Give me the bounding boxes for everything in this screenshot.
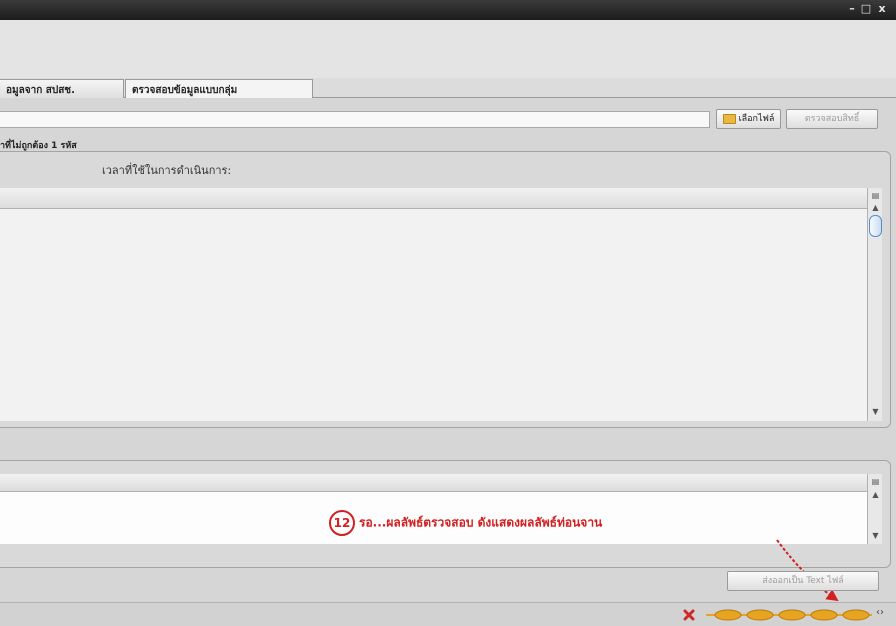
file-path-input[interactable]: [0, 111, 710, 128]
results-table-body: [0, 209, 867, 421]
column-menu-icon[interactable]: ▤: [869, 190, 882, 202]
tutorial-annotation: 12 รอ...ผลลัพธ์ตรวจสอบ ดังแสดงผลลัพธ์ท่อน…: [329, 510, 602, 536]
scroll-up-icon[interactable]: ▲: [869, 202, 882, 214]
window-title-bar: – □ x: [0, 0, 896, 20]
progress-indicator: [706, 609, 872, 621]
close-button[interactable]: x: [876, 2, 888, 16]
results-vertical-scrollbar[interactable]: ▤ ▲ ▼: [867, 188, 882, 421]
annotation-text: รอ...ผลลัพธ์ตรวจสอบ ดังแสดงผลลัพธ์ท่อนจา…: [359, 515, 603, 530]
minimize-button[interactable]: –: [846, 2, 858, 16]
scroll-down-icon[interactable]: ▼: [869, 406, 882, 418]
toolbar-area: [0, 20, 896, 78]
tab-nhso-data[interactable]: อมูลจาก สปสช.: [0, 79, 124, 99]
choose-file-button[interactable]: เลือกไฟล์: [716, 109, 781, 129]
progress-segment: [746, 609, 774, 621]
export-text-file-button[interactable]: ส่งออกเป็น Text ไฟล์: [727, 571, 879, 591]
output-table-header: [0, 474, 867, 492]
cancel-icon[interactable]: [683, 609, 695, 621]
progress-segment: [778, 609, 806, 621]
tab-group-verify[interactable]: ตรวจสอบข้อมูลแบบกลุ่ม: [125, 79, 313, 100]
resize-grip-icon[interactable]: ‹›: [876, 607, 892, 618]
maximize-button[interactable]: □: [860, 2, 872, 16]
column-menu-icon[interactable]: ▤: [869, 476, 882, 488]
choose-file-label: เลือกไฟล์: [738, 114, 775, 124]
tab-strip: อมูลจาก สปสช. ตรวจสอบข้อมูลแบบกลุ่ม: [0, 78, 896, 100]
progress-segment: [842, 609, 870, 621]
step-number-badge: 12: [329, 510, 355, 536]
processing-time-label: เวลาที่ใช้ในการดำเนินการ:: [102, 164, 232, 177]
folder-icon: [722, 113, 736, 124]
scroll-thumb[interactable]: [869, 215, 882, 237]
scroll-track[interactable]: [869, 215, 882, 400]
progress-segment: [810, 609, 838, 621]
progress-segment: [714, 609, 742, 621]
invalid-count-text: าที่ไม่ถูกต้อง 1 รหัส: [0, 141, 77, 151]
scroll-up-icon[interactable]: ▲: [869, 489, 882, 501]
status-bar: ‹›: [0, 602, 896, 626]
output-vertical-scrollbar[interactable]: ▤ ▲ ▼: [867, 474, 882, 544]
results-table-header: [0, 188, 867, 209]
verify-button[interactable]: ตรวจสอบสิทธิ์: [786, 109, 878, 129]
